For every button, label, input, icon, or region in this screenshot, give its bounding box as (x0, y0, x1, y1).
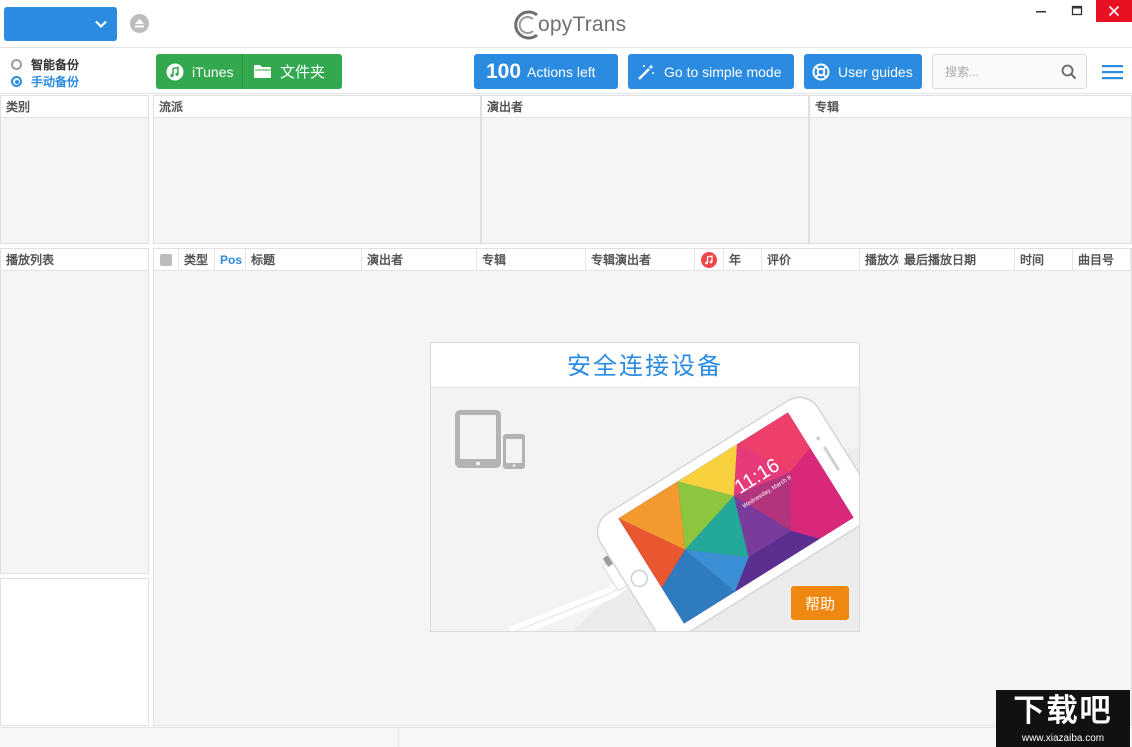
watermark-url: www.xiazaiba.com (996, 732, 1130, 747)
radio-smart-label: 智能备份 (31, 58, 80, 72)
minimize-icon (1036, 11, 1046, 13)
artist-header: 演出者 (482, 96, 808, 118)
close-button[interactable] (1096, 0, 1132, 22)
folder-icon (254, 64, 272, 79)
category-panel[interactable]: 类别 (0, 95, 149, 244)
tablet-phone-icon (455, 410, 525, 469)
actions-left-button[interactable]: 100 Actions left (474, 54, 618, 89)
magic-wand-icon (636, 62, 656, 82)
playlist-header: 播放列表 (1, 249, 148, 271)
title-bar: opyTrans (0, 0, 1132, 48)
device-dropdown[interactable] (4, 7, 117, 41)
column-play-count[interactable]: 播放次数 (860, 249, 899, 270)
help-button[interactable]: 帮助 (791, 586, 849, 620)
checkbox-icon (160, 254, 172, 266)
simple-mode-button[interactable]: Go to simple mode (628, 54, 794, 89)
search-box (932, 54, 1087, 89)
status-divider (398, 728, 399, 747)
toolbar: 智能备份 手动备份 iTunes 文件夹 100 Actions left Go… (0, 49, 1132, 94)
actions-count: 100 (486, 59, 522, 83)
logo-text: opyTrans (538, 13, 627, 36)
radio-smart-backup[interactable]: 智能备份 (11, 56, 79, 73)
maximize-icon (1071, 5, 1083, 16)
column-time[interactable]: 时间 (1015, 249, 1073, 270)
eject-icon[interactable] (130, 14, 149, 33)
minimize-button[interactable] (1024, 0, 1058, 22)
maximize-button[interactable] (1060, 0, 1094, 22)
source-button-group: iTunes 文件夹 (156, 54, 342, 89)
copytrans-window: opyTrans 智能备份 手动备份 iTunes 文件夹 100 Action… (0, 0, 1132, 747)
lifebuoy-icon (812, 63, 830, 81)
itunes-button[interactable]: iTunes (156, 54, 243, 89)
search-icon[interactable] (1061, 64, 1077, 80)
user-guides-label: User guides (838, 63, 913, 80)
connect-title: 安全连接设备 (431, 343, 859, 388)
watermark-main: 下载吧 (996, 690, 1130, 732)
column-album-artist[interactable]: 专辑演出者 (586, 249, 695, 270)
radio-selected-icon (11, 76, 22, 87)
column-album[interactable]: 专辑 (477, 249, 586, 270)
watermark-logo: 下载吧 www.xiazaiba.com (996, 690, 1130, 747)
column-last-played[interactable]: 最后播放日期 (899, 249, 1015, 270)
column-select-all[interactable] (154, 249, 179, 270)
column-pos[interactable]: Pos (215, 249, 246, 270)
radio-icon (11, 59, 22, 70)
folder-button[interactable]: 文件夹 (243, 54, 342, 89)
folder-label: 文件夹 (280, 64, 326, 81)
close-icon (1108, 5, 1120, 17)
column-title[interactable]: 标题 (246, 249, 362, 270)
copytrans-logo: opyTrans (510, 6, 626, 44)
playlist-panel[interactable]: 播放列表 (0, 248, 149, 574)
column-rating[interactable]: 评价 (762, 249, 860, 270)
column-artist[interactable]: 演出者 (362, 249, 477, 270)
column-type[interactable]: 类型 (179, 249, 215, 270)
info-panel (0, 578, 149, 726)
column-track-number[interactable]: 曲目号 (1073, 249, 1131, 270)
genre-header: 流派 (154, 96, 480, 118)
radio-manual-label: 手动备份 (31, 75, 80, 89)
hamburger-menu-icon[interactable] (1102, 63, 1123, 81)
user-guides-button[interactable]: User guides (804, 54, 922, 89)
search-input[interactable] (933, 55, 1053, 88)
status-bar (0, 727, 1132, 747)
album-panel[interactable]: 专辑 (809, 95, 1132, 244)
album-header: 专辑 (810, 96, 1131, 118)
music-note-icon (166, 63, 184, 81)
column-itunes[interactable] (695, 249, 724, 270)
itunes-label: iTunes (192, 63, 234, 80)
chevron-down-icon (95, 20, 107, 29)
category-header: 类别 (1, 96, 148, 118)
simple-mode-label: Go to simple mode (664, 63, 782, 80)
genre-panel[interactable]: 流派 (153, 95, 481, 244)
itunes-note-icon (701, 252, 717, 268)
radio-manual-backup[interactable]: 手动备份 (11, 73, 79, 90)
track-list-header: 类型 Pos 标题 演出者 专辑 专辑演出者 年 评价 播放次数 最后播放日期 … (154, 249, 1131, 271)
column-year[interactable]: 年 (724, 249, 762, 270)
artist-panel[interactable]: 演出者 (481, 95, 809, 244)
actions-label: Actions left (527, 63, 596, 80)
